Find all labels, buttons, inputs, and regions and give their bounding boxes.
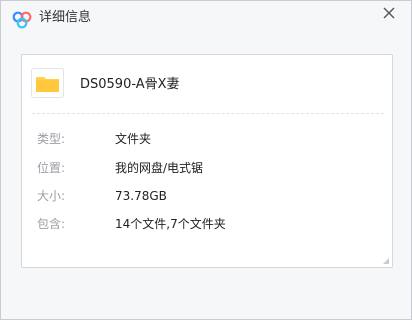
folder-icon	[31, 68, 64, 98]
detail-row-location: 位置: 我的网盘/电式锯	[22, 159, 392, 177]
cloud-icon	[12, 11, 32, 29]
detail-label: 大小:	[37, 189, 66, 203]
resize-handle-icon[interactable]	[383, 258, 389, 264]
window-title: 详细信息	[39, 10, 92, 25]
title-bar[interactable]: 详细信息	[1, 1, 411, 36]
details-panel: DS0590-A骨X妻 类型: 文件夹 位置: 我的网盘/电式锯 大小: 73.…	[21, 54, 393, 268]
detail-label: 包含:	[37, 217, 66, 231]
detail-row-contents: 包含: 14个文件,7个文件夹	[22, 215, 392, 233]
details-dialog: 详细信息 DS0590-A骨X妻 类型: 文件夹 位置: 我的网盘/电式锯 大小…	[0, 0, 412, 320]
detail-row-size: 大小: 73.78GB	[22, 187, 392, 205]
detail-label: 位置:	[37, 161, 66, 175]
detail-value: 14个文件,7个文件夹	[115, 217, 226, 231]
detail-value: 文件夹	[115, 132, 152, 146]
detail-label: 类型:	[37, 132, 66, 146]
close-icon[interactable]	[381, 5, 397, 21]
divider	[32, 113, 384, 114]
detail-row-type: 类型: 文件夹	[22, 130, 392, 148]
file-name: DS0590-A骨X妻	[80, 77, 180, 92]
detail-value: 我的网盘/电式锯	[115, 161, 204, 175]
detail-value: 73.78GB	[115, 189, 167, 203]
